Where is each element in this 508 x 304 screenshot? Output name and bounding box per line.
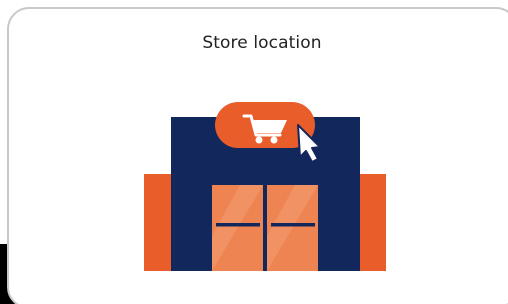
store-left-wing (144, 174, 174, 271)
door-right-handle (271, 223, 315, 227)
store-right-wing (356, 174, 386, 271)
store-front-icon (144, 102, 386, 271)
door-left-handle (216, 223, 260, 227)
